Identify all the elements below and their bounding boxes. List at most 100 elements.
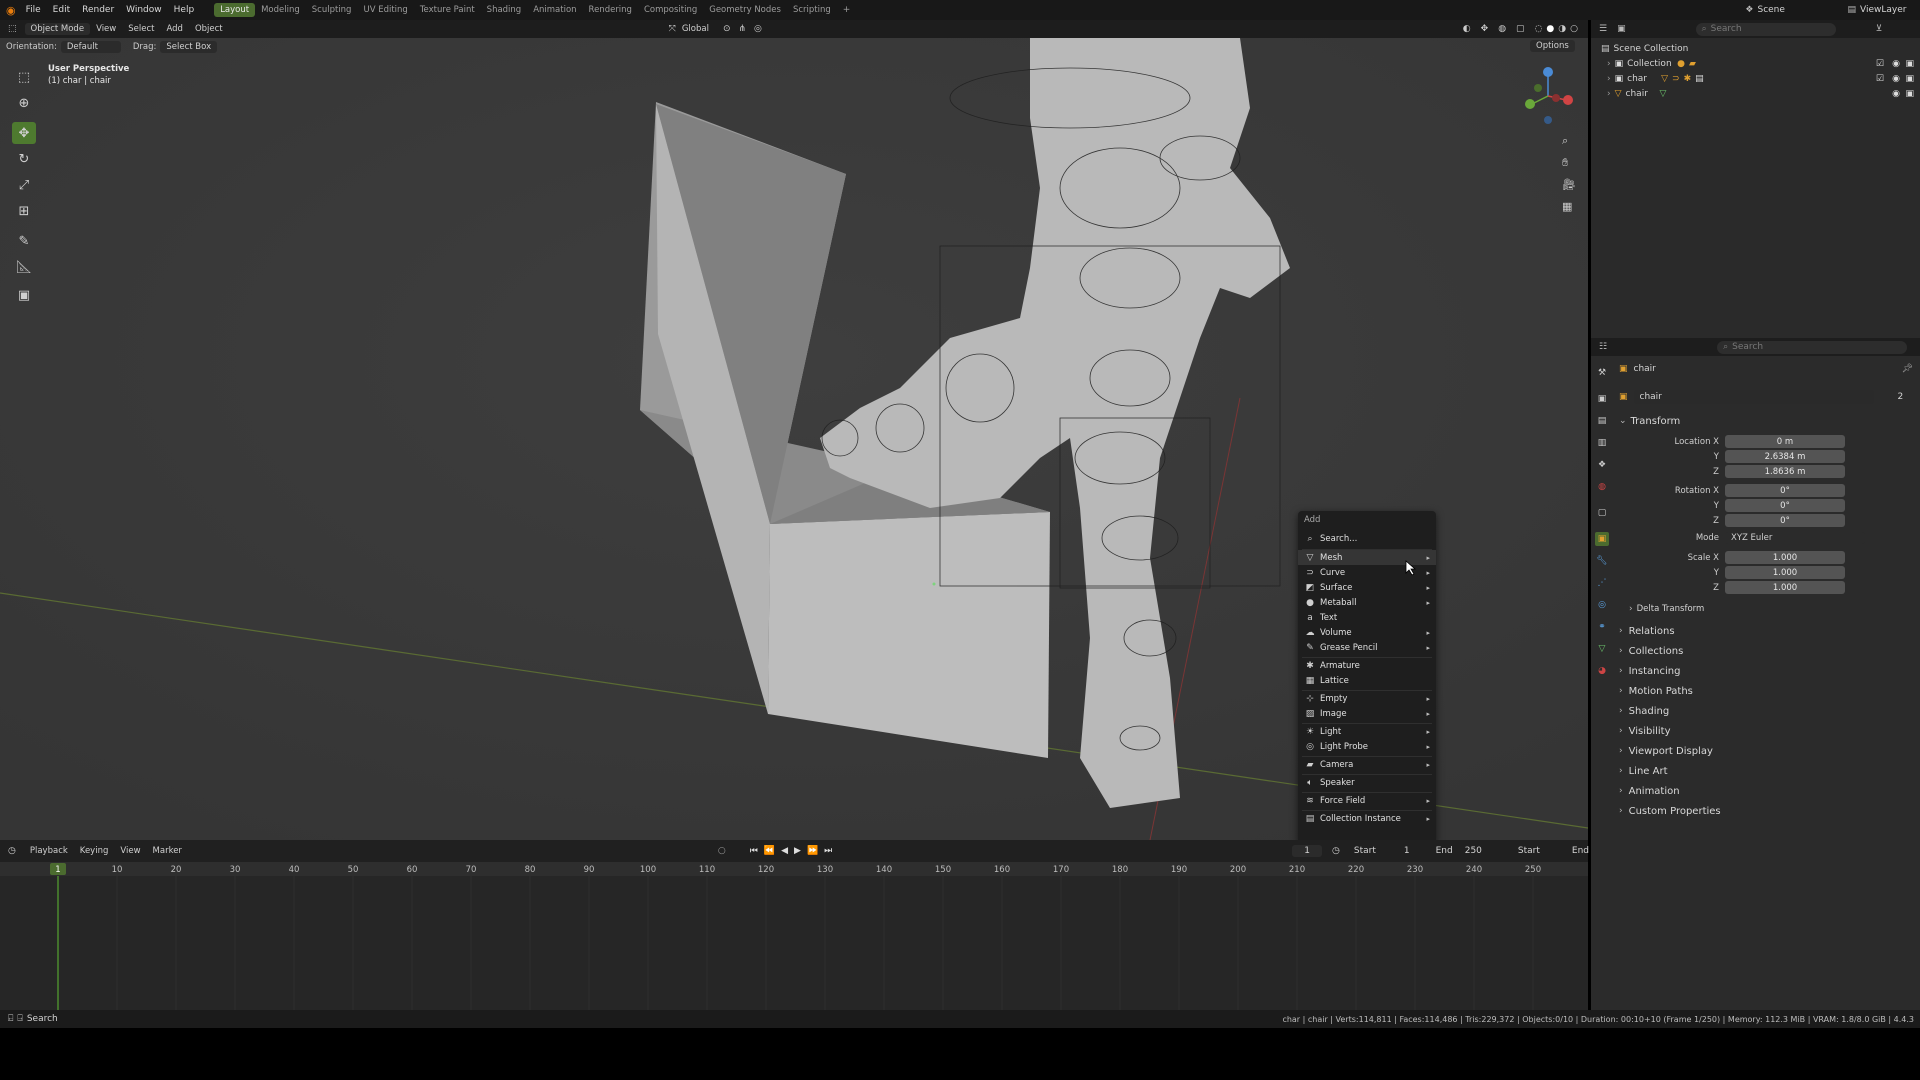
collection-tab-icon[interactable]: ▢ bbox=[1595, 506, 1609, 520]
navigation-gizmo[interactable] bbox=[1516, 62, 1576, 132]
tab-compositing[interactable]: Compositing bbox=[638, 3, 703, 17]
menu-window[interactable]: Window bbox=[120, 5, 168, 15]
transform-tool-icon[interactable]: ⊞ bbox=[12, 200, 36, 222]
shading-material-icon[interactable]: ◑ bbox=[1558, 24, 1566, 34]
panel-animation[interactable]: › Animation bbox=[1619, 781, 1919, 801]
xray-icon[interactable]: ▢ bbox=[1516, 24, 1525, 34]
timeline-editor-icon[interactable]: ◷ bbox=[0, 846, 24, 856]
cursor-tool-icon[interactable]: ⊕ bbox=[12, 92, 36, 114]
menu-item-speaker[interactable]: 🔈︎ Speaker bbox=[1298, 775, 1436, 790]
transform-panel-header[interactable]: ⌄ Transform bbox=[1619, 412, 1919, 430]
rotation-y-field[interactable]: 0° bbox=[1725, 499, 1845, 512]
panel-instancing[interactable]: › Instancing bbox=[1619, 661, 1919, 681]
tool-tab-icon[interactable]: ⚒ bbox=[1595, 366, 1609, 380]
menu-item-text[interactable]: a Text bbox=[1298, 610, 1436, 625]
scale-z-field[interactable]: 1.000 bbox=[1725, 581, 1845, 594]
render-camera-icon[interactable]: ▣ bbox=[1905, 89, 1914, 99]
options-button[interactable]: Options bbox=[1530, 40, 1575, 52]
view-menu[interactable]: View bbox=[114, 845, 146, 857]
rotate-tool-icon[interactable]: ↻ bbox=[12, 148, 36, 170]
expand-arrow-icon[interactable]: › bbox=[1607, 89, 1611, 99]
add-workspace-icon[interactable]: + bbox=[837, 5, 857, 15]
overlay-icon[interactable]: ◍ bbox=[1498, 24, 1506, 34]
shading-render-icon[interactable]: ○ bbox=[1570, 24, 1578, 34]
menu-file[interactable]: File bbox=[20, 5, 47, 15]
camera-view-icon[interactable]: 🎥︎ bbox=[1562, 174, 1576, 196]
start-frame-field[interactable]: 1 bbox=[1404, 846, 1410, 856]
mode-select[interactable]: Object Mode bbox=[24, 23, 91, 35]
tab-scripting[interactable]: Scripting bbox=[787, 3, 837, 17]
editor-type-icon[interactable]: ⬚ bbox=[0, 24, 25, 34]
measure-tool-icon[interactable]: 📐︎ bbox=[12, 256, 36, 278]
location-y-field[interactable]: 2.6384 m bbox=[1725, 450, 1845, 463]
eye-icon[interactable]: ◉ bbox=[1892, 89, 1900, 99]
pivot-icon[interactable]: ⊙ bbox=[723, 24, 731, 34]
scene-tab-icon[interactable]: ❖ bbox=[1595, 458, 1609, 472]
tab-rendering[interactable]: Rendering bbox=[583, 3, 638, 17]
expand-arrow-icon[interactable]: › bbox=[1607, 74, 1611, 84]
expand-arrow-icon[interactable]: › bbox=[1607, 59, 1611, 69]
outliner-editor-icon[interactable]: ☰ bbox=[1599, 24, 1607, 34]
panel-collections[interactable]: › Collections bbox=[1619, 641, 1919, 661]
outliner-search-input[interactable]: Search bbox=[1711, 24, 1742, 34]
pan-hand-icon[interactable]: ✋︎ bbox=[1562, 152, 1576, 174]
blender-logo-icon[interactable]: ◉ bbox=[6, 4, 16, 17]
add-menu-button[interactable]: Add bbox=[160, 23, 188, 35]
panel-relations[interactable]: › Relations bbox=[1619, 621, 1919, 641]
include-checkbox[interactable]: ☑ bbox=[1876, 59, 1884, 69]
object-icon[interactable]: ▣ bbox=[1619, 392, 1628, 402]
shading-solid-icon[interactable]: ● bbox=[1546, 24, 1554, 34]
display-mode-icon[interactable]: ▣ bbox=[1617, 24, 1626, 34]
menu-help[interactable]: Help bbox=[168, 5, 201, 15]
modifier-tab-icon[interactable]: 🔧︎ bbox=[1595, 554, 1609, 568]
pin-icon[interactable]: 📌︎ bbox=[1902, 364, 1913, 374]
outliner-item-chair[interactable]: › ▽ chair ▽ ◉ ▣ bbox=[1591, 86, 1920, 101]
viewlayer-icon[interactable]: ▤ bbox=[1847, 5, 1856, 15]
eye-icon[interactable]: ◉ bbox=[1892, 59, 1900, 69]
snap-icon[interactable]: ⋔ bbox=[739, 24, 747, 34]
object-menu[interactable]: Object bbox=[189, 23, 229, 35]
tab-sculpting[interactable]: Sculpting bbox=[306, 3, 358, 17]
material-tab-icon[interactable]: ◕ bbox=[1595, 664, 1609, 678]
tab-layout[interactable]: Layout bbox=[214, 3, 256, 17]
prev-keyframe-icon[interactable]: ⏪ bbox=[764, 846, 775, 856]
rotation-mode-select[interactable]: XYZ Euler bbox=[1725, 532, 1865, 544]
outliner-item-char[interactable]: › ▣ char ▽ ⊃ ✱ ▤ ☑ ◉ ▣ bbox=[1591, 71, 1920, 86]
proportional-icon[interactable]: ◎ bbox=[754, 24, 762, 34]
add-menu-search[interactable]: ⌕ Search... bbox=[1298, 529, 1436, 549]
menu-item-surface[interactable]: ◩ Surface ▸ bbox=[1298, 580, 1436, 595]
visibility-icon[interactable]: ◐ bbox=[1463, 24, 1471, 34]
orientation-select[interactable]: Default bbox=[60, 41, 121, 53]
jump-start-icon[interactable]: ⏮ bbox=[750, 846, 758, 856]
menu-item-volume[interactable]: ☁ Volume ▸ bbox=[1298, 625, 1436, 640]
jump-end-icon[interactable]: ⏭ bbox=[824, 846, 832, 856]
output-tab-icon[interactable]: ▤ bbox=[1595, 414, 1609, 428]
world-tab-icon[interactable]: ◍ bbox=[1595, 480, 1609, 494]
render-camera-icon[interactable]: ▣ bbox=[1905, 59, 1914, 69]
panel-visibility[interactable]: › Visibility bbox=[1619, 721, 1919, 741]
menu-item-lattice[interactable]: ▦ Lattice bbox=[1298, 673, 1436, 688]
select-tool-icon[interactable]: ⬚ bbox=[12, 66, 36, 88]
rotation-z-field[interactable]: 0° bbox=[1725, 514, 1845, 527]
scene-icon[interactable]: ❖ bbox=[1745, 5, 1753, 15]
scene-name[interactable]: Scene bbox=[1757, 5, 1817, 15]
global-icon[interactable]: ⤧ bbox=[669, 24, 676, 34]
menu-edit[interactable]: Edit bbox=[47, 5, 76, 15]
scale-tool-icon[interactable]: ⤢ bbox=[12, 174, 36, 196]
play-icon[interactable]: ▶ bbox=[794, 846, 801, 856]
include-checkbox[interactable]: ☑ bbox=[1876, 74, 1884, 84]
panel-shading[interactable]: › Shading bbox=[1619, 701, 1919, 721]
view-layer-tab-icon[interactable]: ▥ bbox=[1595, 436, 1609, 450]
eye-icon[interactable]: ◉ bbox=[1892, 74, 1900, 84]
play-reverse-icon[interactable]: ◀ bbox=[781, 846, 788, 856]
drag-select[interactable]: Select Box bbox=[160, 41, 218, 53]
tab-geometry-nodes[interactable]: Geometry Nodes bbox=[703, 3, 787, 17]
menu-item-metaball[interactable]: ● Metaball ▸ bbox=[1298, 595, 1436, 610]
move-tool-icon[interactable]: ✥ bbox=[12, 122, 36, 144]
location-x-field[interactable]: 0 m bbox=[1725, 435, 1845, 448]
object-tab-icon[interactable]: ▣ bbox=[1595, 532, 1609, 546]
playback-menu[interactable]: Playback bbox=[24, 845, 74, 857]
menu-item-camera[interactable]: ▰ Camera ▸ bbox=[1298, 757, 1436, 772]
panel-line-art[interactable]: › Line Art bbox=[1619, 761, 1919, 781]
gizmo-icon[interactable]: ✥ bbox=[1481, 24, 1489, 34]
